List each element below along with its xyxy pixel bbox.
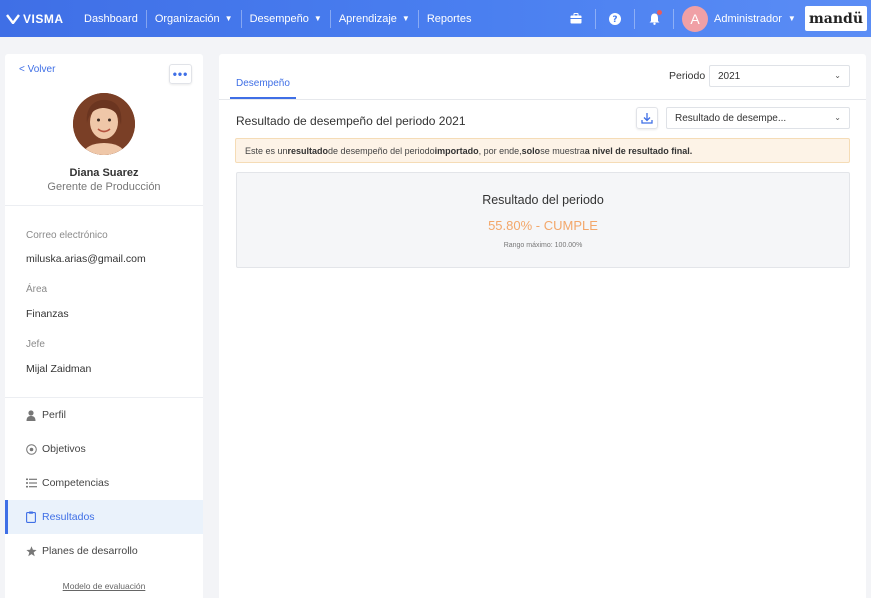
help-icon[interactable]: ? xyxy=(599,0,631,37)
more-options-button[interactable]: ••• xyxy=(169,64,192,84)
briefcase-icon[interactable] xyxy=(560,0,592,37)
area-value: Finanzas xyxy=(26,308,69,320)
boss-label: Jefe xyxy=(26,339,45,350)
visma-logo-icon xyxy=(6,13,20,24)
menu-label: Competencias xyxy=(42,477,110,489)
notice-text: de desempeño del periodo xyxy=(328,145,435,156)
menu-label: Objetivos xyxy=(42,443,86,455)
notification-dot xyxy=(657,10,662,15)
notice-bold: importado xyxy=(434,145,479,156)
result-value: 55.80% - CUMPLE xyxy=(488,218,598,233)
mandu-logo: mandü xyxy=(805,6,867,31)
nav-organizacion[interactable]: Organización ▼ xyxy=(147,9,241,29)
import-notice: Este es un resultado de desempeño del pe… xyxy=(235,138,850,163)
nav-dashboard-label: Dashboard xyxy=(84,12,138,25)
result-title: Resultado del periodo xyxy=(482,193,604,207)
menu-label: Resultados xyxy=(42,511,95,523)
top-navbar: VISMA Dashboard Organización ▼ Desempeño ▼… xyxy=(0,0,871,37)
menu-item-perfil[interactable]: Perfil xyxy=(5,398,203,432)
nav-reportes-label: Reportes xyxy=(426,12,472,25)
menu-label: Perfil xyxy=(42,409,66,421)
profile-avatar xyxy=(73,93,135,155)
result-type-value: Resultado de desempe... xyxy=(675,112,787,124)
star-icon xyxy=(25,545,37,557)
email-label: Correo electrónico xyxy=(26,230,108,241)
bell-icon[interactable] xyxy=(638,0,670,37)
chevron-down-icon: ▼ xyxy=(224,14,233,23)
list-icon xyxy=(25,477,37,489)
nav-aprendizaje[interactable]: Aprendizaje ▼ xyxy=(331,9,418,29)
chevron-down-icon: ▼ xyxy=(313,14,322,23)
logo-text: VISMA xyxy=(23,11,64,26)
download-button[interactable] xyxy=(636,107,658,129)
main-panel: Desempeño Periodo 2021 ⌄ Resultado de de… xyxy=(219,54,866,598)
nav-reportes[interactable]: Reportes xyxy=(419,9,480,29)
nav-organizacion-label: Organización xyxy=(154,12,220,25)
divider xyxy=(634,8,635,29)
evaluation-model-link[interactable]: Modelo de evaluación xyxy=(5,581,203,591)
divider xyxy=(5,205,203,206)
notice-bold: solo xyxy=(521,145,541,156)
notice-text: se muestra xyxy=(540,145,585,156)
download-icon xyxy=(641,113,653,124)
divider xyxy=(673,8,674,29)
chevron-down-icon: ⌄ xyxy=(834,71,841,80)
tab-divider xyxy=(219,99,866,100)
result-type-select[interactable]: Resultado de desempe... ⌄ xyxy=(666,107,850,129)
divider xyxy=(595,8,596,29)
visma-logo[interactable]: VISMA xyxy=(6,12,64,26)
menu-item-planes[interactable]: Planes de desarrollo xyxy=(5,534,203,568)
target-icon xyxy=(25,443,37,455)
chevron-down-icon: ▼ xyxy=(787,14,796,23)
clipboard-icon xyxy=(25,511,37,523)
profile-role: Gerente de Producción xyxy=(47,181,161,193)
back-link[interactable]: < Volver xyxy=(19,64,55,75)
menu-item-objetivos[interactable]: Objetivos xyxy=(5,432,203,466)
topbar-icons: ? xyxy=(560,0,677,37)
notice-text: Este es un xyxy=(245,145,288,156)
person-icon xyxy=(25,409,37,421)
result-card: Resultado del periodo 55.80% - CUMPLE Ra… xyxy=(236,172,850,268)
section-title: Resultado de desempeño del periodo 2021 xyxy=(236,114,466,128)
period-label: Periodo xyxy=(669,70,706,82)
chevron-down-icon: ▼ xyxy=(401,14,410,23)
period-select[interactable]: 2021 ⌄ xyxy=(709,65,850,87)
svg-text:?: ? xyxy=(612,15,617,25)
tab-desempeno[interactable]: Desempeño xyxy=(230,68,296,99)
email-value: miluska.arias@gmail.com xyxy=(26,253,146,265)
nav-aprendizaje-label: Aprendizaje xyxy=(338,12,397,25)
nav-desempeno[interactable]: Desempeño ▼ xyxy=(242,9,330,29)
menu-item-resultados[interactable]: Resultados xyxy=(5,500,203,534)
profile-panel: < Volver ••• Diana Suarez Gerente de Pro… xyxy=(5,54,203,598)
notice-text: , por ende, xyxy=(478,145,522,156)
boss-value: Mijal Zaidman xyxy=(26,363,92,375)
main-nav: Dashboard Organización ▼ Desempeño ▼ Apren… xyxy=(76,0,479,37)
notice-bold: a nivel de resultado final. xyxy=(584,145,693,156)
profile-name: Diana Suarez xyxy=(69,167,139,179)
area-label: Área xyxy=(26,284,48,295)
user-avatar: A xyxy=(682,5,708,32)
profile-photo-icon xyxy=(73,93,135,155)
notice-bold: resultado xyxy=(287,145,329,156)
nav-desempeno-label: Desempeño xyxy=(249,12,309,25)
user-name: Administrador xyxy=(714,12,782,25)
nav-dashboard[interactable]: Dashboard xyxy=(76,9,146,29)
chevron-down-icon: ⌄ xyxy=(834,113,841,122)
period-select-value: 2021 xyxy=(718,70,741,82)
menu-item-competencias[interactable]: Competencias xyxy=(5,466,203,500)
menu-label: Planes de desarrollo xyxy=(42,545,138,557)
result-max-range: Rango máximo: 100.00% xyxy=(503,242,583,249)
user-menu[interactable]: A Administrador ▼ xyxy=(682,5,796,32)
